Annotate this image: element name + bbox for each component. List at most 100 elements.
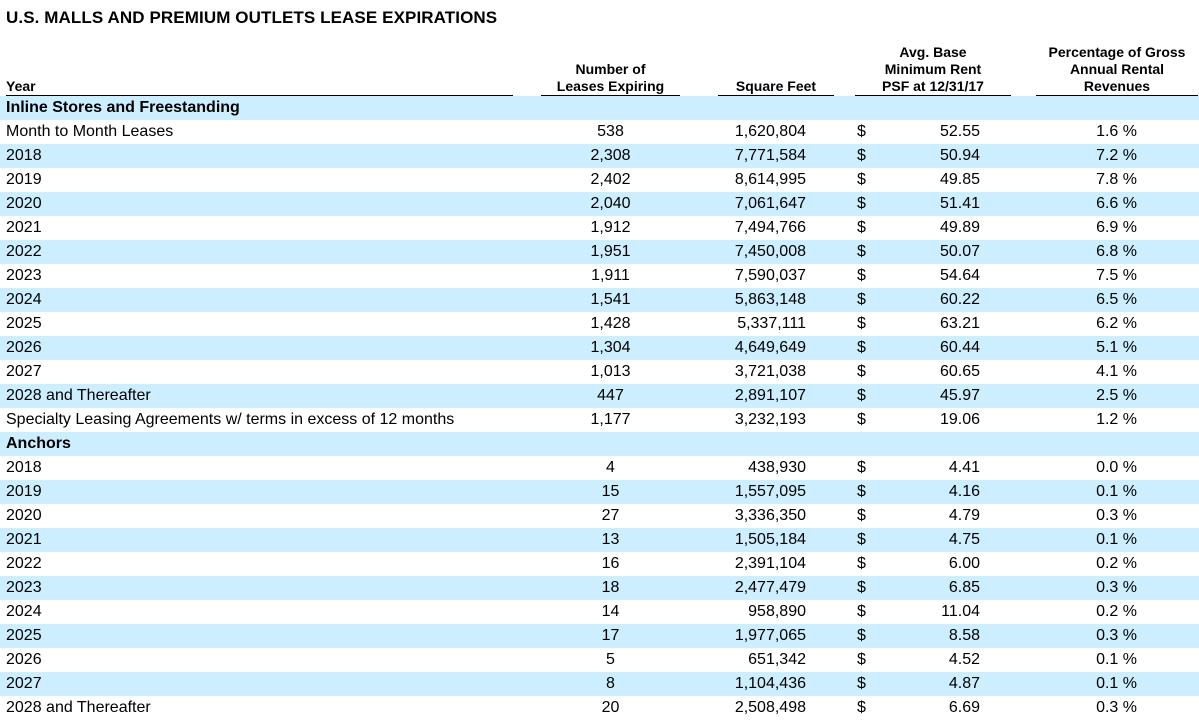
square-feet-cell: 7,061,647 [734, 195, 806, 212]
pct-revenue-cell: 0.1 % [1096, 675, 1137, 692]
leases-expiring-cell: 1,304 [590, 339, 631, 356]
square-feet-cell: 438,930 [748, 459, 806, 476]
square-feet-cell: 2,891,107 [734, 387, 806, 404]
square-feet-cell: 1,104,436 [734, 675, 806, 692]
avg-rent-cell: 52.55 [939, 123, 980, 140]
table-row: 2018 2,308 7,771,584 $50.94 7.2 % [0, 144, 1199, 168]
leases-expiring-cell: 2,402 [590, 171, 631, 188]
avg-rent-cell: 4.41 [948, 459, 980, 476]
pct-revenue-cell: 6.6 % [1096, 195, 1137, 212]
square-feet-cell: 2,508,498 [734, 699, 806, 716]
square-feet-cell: 3,336,350 [734, 507, 806, 524]
pct-revenue-cell: 0.0 % [1096, 459, 1137, 476]
pct-revenue-cell: 0.1 % [1096, 483, 1137, 500]
year-cell: 2025 [6, 627, 42, 644]
table-row: 2025 1,428 5,337,111 $63.21 6.2 % [0, 312, 1199, 336]
table-row: 2022 1,951 7,450,008 $50.07 6.8 % [0, 240, 1199, 264]
year-cell: 2021 [6, 531, 42, 548]
leases-expiring-cell: 1,912 [590, 219, 631, 236]
year-cell: 2026 [6, 651, 42, 668]
table-row: 2019 15 1,557,095 $4.16 0.1 % [0, 480, 1199, 504]
table-row: Month to Month Leases 538 1,620,804 $52.55 1… [0, 120, 1199, 144]
avg-rent-cell: 4.16 [948, 483, 980, 500]
lease-expiration-table: Inline Stores and Freestanding Month to M… [0, 96, 1199, 720]
year-cell: Month to Month Leases [6, 123, 174, 140]
year-cell: 2026 [6, 339, 42, 356]
leases-expiring-cell: 2,308 [590, 147, 631, 164]
table-row: 2026 5 651,342 $4.52 0.1 % [0, 648, 1199, 672]
avg-rent-cell: 6.85 [948, 579, 980, 596]
avg-rent-cell: 4.79 [948, 507, 980, 524]
square-feet-cell: 5,337,111 [737, 315, 806, 332]
table-row: 2023 18 2,477,479 $6.85 0.3 % [0, 576, 1199, 600]
square-feet-cell: 4,649,649 [734, 339, 806, 356]
pct-revenue-cell: 1.6 % [1096, 123, 1137, 140]
square-feet-cell: 8,614,995 [734, 171, 806, 188]
page-title: U.S. MALLS AND PREMIUM OUTLETS LEASE EXP… [6, 8, 498, 27]
year-cell: 2019 [6, 171, 42, 188]
pct-revenue-cell: 0.2 % [1096, 555, 1137, 572]
pct-revenue-cell: 4.1 % [1096, 363, 1137, 380]
avg-rent-cell: 60.22 [939, 291, 980, 308]
table-row: 2021 13 1,505,184 $4.75 0.1 % [0, 528, 1199, 552]
pct-revenue-cell: 0.3 % [1096, 579, 1137, 596]
avg-rent-cell: 6.69 [948, 699, 980, 716]
year-cell: 2022 [6, 243, 42, 260]
leases-expiring-cell: 1,177 [590, 411, 631, 428]
table-row: 2028 and Thereafter 20 2,508,498 $6.69 0.3 % [0, 696, 1199, 720]
section-header-row: Anchors [0, 432, 1199, 456]
pct-revenue-cell: 0.1 % [1096, 531, 1137, 548]
year-cell: 2028 and Thereafter [6, 699, 151, 716]
leases-expiring-cell: 4 [606, 459, 615, 476]
avg-rent-cell: 4.75 [948, 531, 980, 548]
table-row: 2025 17 1,977,065 $8.58 0.3 % [0, 624, 1199, 648]
avg-rent-cell: 60.65 [939, 363, 980, 380]
section-label: Anchors [6, 435, 71, 452]
avg-rent-cell: 19.06 [939, 411, 980, 428]
avg-rent-cell: 45.97 [939, 387, 980, 404]
table-row: 2018 4 438,930 $4.41 0.0 % [0, 456, 1199, 480]
table-row: 2020 27 3,336,350 $4.79 0.3 % [0, 504, 1199, 528]
square-feet-cell: 958,890 [748, 603, 806, 620]
table-row: 2021 1,912 7,494,766 $49.89 6.9 % [0, 216, 1199, 240]
year-cell: 2020 [6, 507, 42, 524]
leases-expiring-cell: 1,911 [591, 267, 630, 284]
header-year: Year [6, 41, 513, 97]
pct-revenue-cell: 0.2 % [1096, 603, 1137, 620]
square-feet-cell: 3,232,193 [734, 411, 806, 428]
pct-revenue-cell: 7.5 % [1096, 267, 1137, 284]
year-cell: 2024 [6, 603, 42, 620]
year-cell: 2018 [6, 459, 42, 476]
pct-revenue-cell: 0.3 % [1096, 699, 1137, 716]
year-cell: 2018 [6, 147, 42, 164]
year-cell: Specialty Leasing Agreements w/ terms in… [6, 411, 455, 428]
pct-revenue-cell: 6.8 % [1096, 243, 1137, 260]
year-cell: 2027 [6, 675, 42, 692]
square-feet-cell: 1,977,065 [734, 627, 806, 644]
year-cell: 2028 and Thereafter [6, 387, 151, 404]
avg-rent-cell: 54.64 [939, 267, 980, 284]
year-cell: 2025 [6, 315, 42, 332]
avg-rent-cell: 4.52 [948, 651, 980, 668]
leases-expiring-cell: 1,013 [590, 363, 631, 380]
square-feet-cell: 2,391,104 [734, 555, 806, 572]
square-feet-cell: 1,557,095 [734, 483, 806, 500]
square-feet-cell: 1,505,184 [734, 531, 806, 548]
leases-expiring-cell: 538 [597, 123, 624, 140]
header-year-label: Year [6, 78, 36, 94]
year-cell: 2023 [6, 579, 42, 596]
avg-rent-cell: 49.89 [939, 219, 980, 236]
table-row: 2024 1,541 5,863,148 $60.22 6.5 % [0, 288, 1199, 312]
header-rent-label: Avg. Base Minimum Rent PSF at 12/31/17 [882, 44, 984, 94]
avg-rent-cell: 49.85 [939, 171, 980, 188]
leases-expiring-cell: 18 [601, 579, 620, 596]
header-sqft-label: Square Feet [735, 78, 817, 94]
square-feet-cell: 3,721,038 [734, 363, 806, 380]
table-row: 2023 1,911 7,590,037 $54.64 7.5 % [0, 264, 1199, 288]
square-feet-cell: 2,477,479 [734, 579, 806, 596]
square-feet-cell: 1,620,804 [734, 123, 806, 140]
table-row: 2027 8 1,104,436 $4.87 0.1 % [0, 672, 1199, 696]
year-cell: 2019 [6, 483, 42, 500]
avg-rent-cell: 11.04 [941, 603, 980, 620]
section-header-row: Inline Stores and Freestanding [0, 96, 1199, 120]
